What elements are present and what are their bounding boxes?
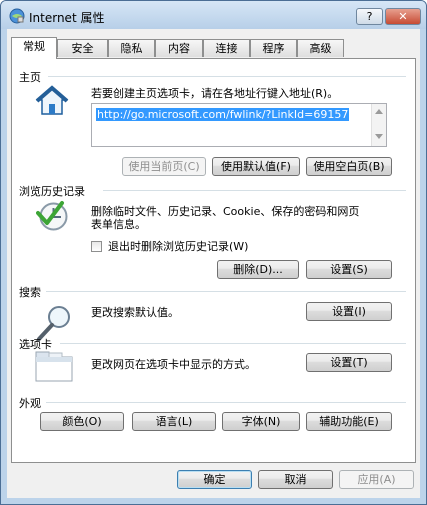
cancel-button[interactable]: 取消 xyxy=(258,470,333,489)
tabbed-window-icon xyxy=(35,351,73,382)
history-settings-button[interactable]: 设置(S) xyxy=(306,260,392,279)
apply-button[interactable]: 应用(A) xyxy=(339,470,414,489)
delete-on-exit-checkbox[interactable] xyxy=(91,241,102,252)
history-clock-icon xyxy=(36,201,68,231)
history-description-line2: 表单信息。 xyxy=(91,218,146,231)
search-section-title: 搜索 xyxy=(19,286,41,299)
scroll-down-arrow-icon[interactable] xyxy=(375,134,383,139)
dialog-client: 常规 安全 隐私 内容 连接 程序 高级 主页 若要创建主页选项卡，请在各地址行… xyxy=(7,29,420,498)
tabs-settings-button[interactable]: 设置(T) xyxy=(306,353,392,372)
home-page-url-field[interactable]: http://go.microsoft.com/fwlink/?LinkId=6… xyxy=(91,103,387,147)
use-current-button[interactable]: 使用当前页(C) xyxy=(122,157,206,176)
use-default-button[interactable]: 使用默认值(F) xyxy=(212,157,300,176)
tab-programs[interactable]: 程序 xyxy=(250,39,297,57)
home-page-scrollbar[interactable] xyxy=(371,104,386,146)
home-page-url-text: http://go.microsoft.com/fwlink/?LinkId=6… xyxy=(96,108,350,121)
fonts-button[interactable]: 字体(N) xyxy=(222,412,300,431)
window-title: Internet 属性 xyxy=(29,11,105,25)
home-page-description: 若要创建主页选项卡，请在各地址行键入地址(R)。 xyxy=(91,87,339,100)
internet-options-window: Internet 属性 ? ✕ 常规 安全 隐私 内容 连接 程序 高级 主页 … xyxy=(0,0,427,505)
search-settings-button[interactable]: 设置(I) xyxy=(306,302,392,321)
home-separator xyxy=(48,76,406,77)
colors-button[interactable]: 颜色(O) xyxy=(40,412,124,431)
house-icon xyxy=(35,85,69,115)
home-page-section-title: 主页 xyxy=(19,71,41,84)
history-separator xyxy=(103,190,406,191)
history-description-line1: 删除临时文件、历史记录、Cookie、保存的密码和网页 xyxy=(91,205,360,218)
delete-on-exit-label: 退出时删除浏览历史记录(W) xyxy=(108,240,249,253)
accessibility-button[interactable]: 辅助功能(E) xyxy=(306,412,392,431)
tabs-description: 更改网页在选项卡中显示的方式。 xyxy=(91,358,256,371)
tab-general[interactable]: 常规 xyxy=(11,37,57,59)
appearance-section-title: 外观 xyxy=(19,397,41,410)
history-section-title: 浏览历史记录 xyxy=(19,185,85,198)
internet-options-icon xyxy=(9,8,25,24)
tab-privacy[interactable]: 隐私 xyxy=(108,39,155,57)
appearance-separator xyxy=(46,402,406,403)
scroll-up-arrow-icon[interactable] xyxy=(375,109,383,114)
search-separator xyxy=(46,291,406,292)
general-tab-panel: 主页 若要创建主页选项卡，请在各地址行键入地址(R)。 http://go.mi… xyxy=(11,58,416,463)
tab-security[interactable]: 安全 xyxy=(57,39,108,57)
use-blank-button[interactable]: 使用空白页(B) xyxy=(306,157,392,176)
tab-advanced[interactable]: 高级 xyxy=(297,39,344,57)
tabs-section-title: 选项卡 xyxy=(19,338,52,351)
languages-button[interactable]: 语言(L) xyxy=(132,412,216,431)
close-button[interactable]: ✕ xyxy=(385,8,421,25)
tab-connections[interactable]: 连接 xyxy=(203,39,250,57)
search-description: 更改搜索默认值。 xyxy=(91,306,179,319)
title-bar[interactable]: Internet 属性 ? ✕ xyxy=(1,1,426,29)
ok-button[interactable]: 确定 xyxy=(177,470,252,489)
tabs-separator xyxy=(60,343,406,344)
delete-history-button[interactable]: 删除(D)... xyxy=(217,260,299,279)
help-button[interactable]: ? xyxy=(356,8,383,25)
tab-content[interactable]: 内容 xyxy=(155,39,203,57)
